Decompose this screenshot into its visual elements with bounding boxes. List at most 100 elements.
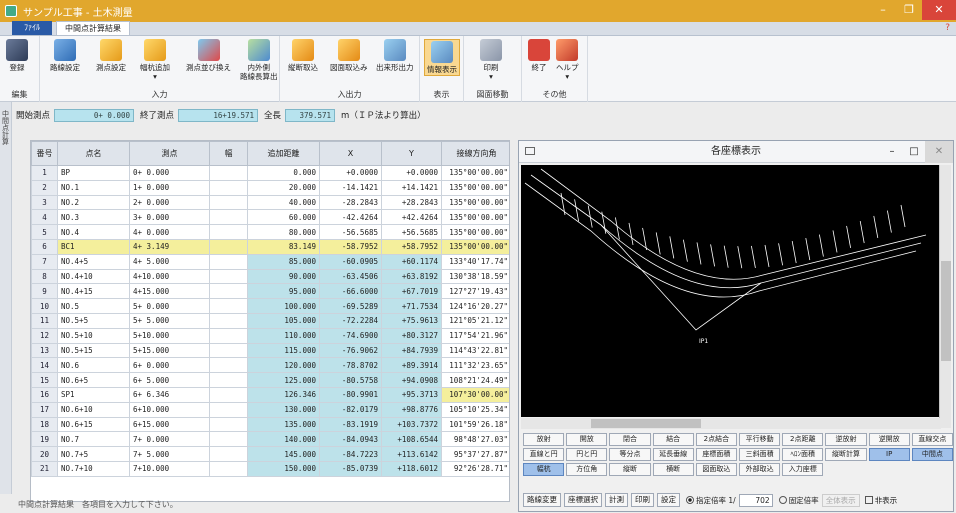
table-cell[interactable]: NO.1 [57,179,130,196]
help-button[interactable]: ヘルプ ▾ [556,39,579,81]
table-cell[interactable]: +89.3914 [381,357,442,374]
end-station-field[interactable]: 16+19.571 [178,108,259,122]
table-cell[interactable]: 105.000 [247,312,320,329]
table-cell[interactable] [209,209,248,226]
table-row[interactable]: 4 NO.3 3+ 0.000 60.000 -42.4264 +42.4264 135°0… [31,209,509,226]
table-cell[interactable]: 4+10.000 [129,268,210,285]
table-cell[interactable]: 2+ 0.000 [129,194,210,211]
table-cell[interactable]: 6+ 6.346 [129,386,210,403]
table-row[interactable]: 12 NO.5+10 5+10.000 110.000 -74.6900 +80.3127… [31,327,509,344]
inner-outer-length-button[interactable]: 内外側 路線長算出 [240,39,278,81]
calc-button[interactable]: 方位角 [566,463,608,476]
table-cell[interactable]: -82.0179 [319,401,382,418]
table-cell[interactable]: +0.0000 [319,165,382,181]
table-cell[interactable] [209,283,248,300]
table-cell[interactable]: NO.7 [57,431,130,448]
table-cell[interactable]: NO.7+10 [57,460,130,477]
station-sort-button[interactable]: 測点並び換え [186,39,231,72]
table-cell[interactable] [209,386,248,403]
table-cell[interactable]: -74.6900 [319,327,382,344]
table-cell[interactable]: 98°48'27.03" [441,431,509,448]
table-cell[interactable]: 4+ 5.000 [129,253,210,270]
table-cell[interactable]: 5+10.000 [129,327,210,344]
table-cell[interactable]: 11 [31,312,58,329]
table-cell[interactable] [209,238,248,255]
side-panel-tab[interactable]: 中間点計算 [0,102,12,494]
table-row[interactable]: 1 BP 0+ 0.000 0.000 +0.0000 +0.0000 135°00'00.… [31,165,509,181]
calc-button[interactable]: 直線と円 [523,448,565,461]
table-cell[interactable]: +60.1174 [381,253,442,270]
calc-button[interactable]: ﾍﾛﾝ面積 [782,448,824,461]
display-select[interactable]: 全体表示 [821,493,860,507]
calc-button[interactable]: 図面取込 [695,463,737,476]
table-cell[interactable]: 18 [31,416,58,433]
table-cell[interactable]: +71.7534 [381,298,442,314]
table-cell[interactable]: 21 [31,460,58,477]
table-cell[interactable] [209,401,248,418]
table-cell[interactable]: +95.3713 [381,386,442,403]
table-cell[interactable]: 10 [31,298,58,314]
table-cell[interactable]: 105°10'25.34" [441,401,509,418]
table-cell[interactable]: NO.5+10 [57,327,130,344]
calc-button[interactable]: 横断 [652,463,694,476]
coord-print-button[interactable]: 印刷 [631,493,654,507]
table-row[interactable]: 15 NO.6+5 6+ 5.000 125.000 -80.5758 +94.0908 1… [31,372,509,388]
table-cell[interactable]: SP1 [57,386,130,403]
as-built-output-button[interactable]: 出来形出力 [376,39,414,72]
coord-minimize-button[interactable]: – [881,141,903,163]
table-cell[interactable] [209,327,248,344]
table-row[interactable]: 14 NO.6 6+ 0.000 120.000 -78.8702 +89.3914 111… [31,357,509,374]
table-cell[interactable] [209,194,248,211]
table-cell[interactable]: -66.6000 [319,283,382,300]
table-cell[interactable]: -63.4506 [319,268,382,285]
table-cell[interactable] [209,298,248,314]
measure-button[interactable]: 計測 [605,493,628,507]
calc-button[interactable]: 中間点 [911,448,953,461]
table-cell[interactable]: 0+ 0.000 [129,165,210,181]
table-row[interactable]: 5 NO.4 4+ 0.000 80.000 -56.5685 +56.5685 135°0… [31,224,509,240]
table-cell[interactable]: 85.000 [247,253,320,270]
table-cell[interactable]: 107°30'00.00" [441,386,509,403]
calc-button[interactable]: 開放 [566,433,608,446]
table-cell[interactable]: +42.4264 [381,209,442,226]
coord-select-button[interactable]: 座標選択 [564,493,602,507]
table-cell[interactable]: +113.6142 [381,446,442,462]
table-row[interactable]: 7 NO.4+5 4+ 5.000 85.000 -60.0905 +60.1174 133… [31,253,509,270]
table-cell[interactable]: NO.4+5 [57,253,130,270]
table-cell[interactable]: 7+10.000 [129,460,210,477]
table-cell[interactable]: +84.7939 [381,342,442,359]
table-cell[interactable]: -85.0739 [319,460,382,477]
calc-button[interactable]: 外部取込 [739,463,781,476]
table-cell[interactable]: 3 [31,194,58,211]
table-cell[interactable]: 1+ 0.000 [129,179,210,196]
table-cell[interactable]: 7+ 0.000 [129,431,210,448]
table-cell[interactable]: 108°21'24.49" [441,372,509,388]
table-cell[interactable]: 16 [31,386,58,403]
table-cell[interactable]: -69.5289 [319,298,382,314]
table-cell[interactable]: NO.7+5 [57,446,130,462]
coordinate-plot[interactable]: IP1 [521,165,941,417]
table-cell[interactable]: 4+ 0.000 [129,224,210,240]
table-cell[interactable]: 126.346 [247,386,320,403]
table-cell[interactable]: 20.000 [247,179,320,196]
calc-button[interactable]: 閉合 [609,433,651,446]
table-cell[interactable]: +14.1421 [381,179,442,196]
table-cell[interactable]: 135°00'00.00" [441,224,509,240]
table-cell[interactable]: NO.5+5 [57,312,130,329]
table-cell[interactable]: 12 [31,327,58,344]
calc-button[interactable]: 縦断 [609,463,651,476]
table-cell[interactable]: 120.000 [247,357,320,374]
table-cell[interactable]: +56.5685 [381,224,442,240]
table-cell[interactable]: 95°37'27.87" [441,446,509,462]
table-cell[interactable]: 135°00'00.00" [441,209,509,226]
table-cell[interactable]: 4+ 3.149 [129,238,210,255]
table-cell[interactable] [209,460,248,477]
table-cell[interactable]: 6 [31,238,58,255]
table-cell[interactable] [209,416,248,433]
table-cell[interactable]: 40.000 [247,194,320,211]
start-station-field[interactable]: 0+ 0.000 [54,108,135,122]
calc-button[interactable]: IP [868,448,910,461]
table-row[interactable]: 8 NO.4+10 4+10.000 90.000 -63.4506 +63.8192 13… [31,268,509,285]
table-cell[interactable] [209,312,248,329]
table-cell[interactable]: 135°00'00.00" [441,165,509,181]
